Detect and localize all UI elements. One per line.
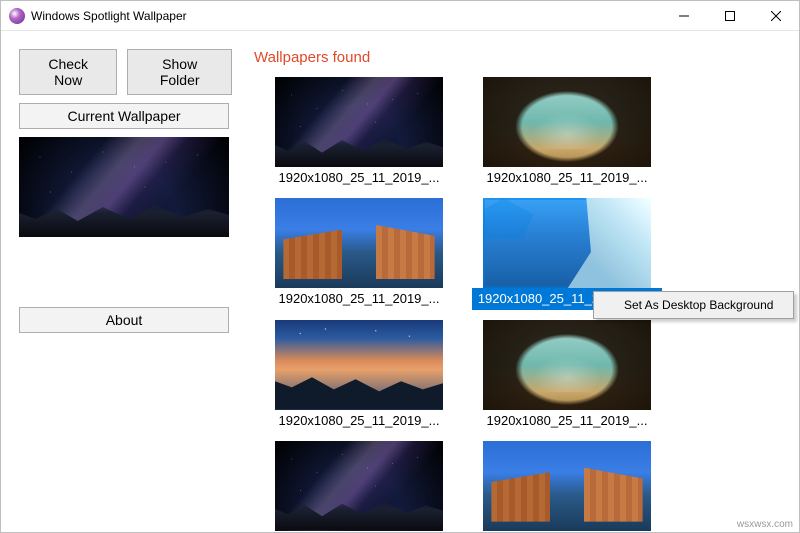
- wallpaper-item[interactable]: 1920x1080_25_11_2019_...: [472, 441, 662, 532]
- close-button[interactable]: [753, 1, 799, 31]
- wallpaper-caption: 1920x1080_25_11_2019_...: [264, 288, 454, 309]
- app-body: Check Now Show Folder Current Wallpaper …: [1, 31, 799, 532]
- wallpaper-thumbnail[interactable]: [483, 441, 651, 531]
- wallpapers-found-label: Wallpapers found: [246, 49, 799, 77]
- wallpaper-caption: 1920x1080_25_11_2019_...: [264, 410, 454, 431]
- wallpaper-thumbnail[interactable]: [275, 198, 443, 288]
- wallpaper-thumbnail[interactable]: [483, 77, 651, 167]
- wallpaper-item[interactable]: 1920x1080_25_11_2019_...: [264, 198, 454, 310]
- title-bar: Windows Spotlight Wallpaper: [1, 1, 799, 31]
- wallpaper-thumbnail[interactable]: [483, 320, 651, 410]
- wallpaper-thumbnail[interactable]: [483, 198, 651, 288]
- wallpaper-item[interactable]: 1920x1080_25_11_2019_...: [472, 320, 662, 431]
- wallpaper-item[interactable]: 1920x1080_25_11_2019_...: [472, 77, 662, 188]
- about-section: About: [19, 307, 232, 333]
- minimize-icon: [679, 11, 689, 21]
- wallpaper-item[interactable]: 1920x1080_25_11_2019_...: [264, 320, 454, 431]
- wallpaper-caption: 1920x1080_25_11_2019_...: [264, 531, 454, 532]
- wallpaper-caption: 1920x1080_25_11_2019_...: [264, 167, 454, 188]
- wallpaper-caption: 1920x1080_25_11_2019_...: [472, 167, 662, 188]
- wallpaper-caption: 1920x1080_25_11_2019_...: [472, 410, 662, 431]
- current-wallpaper-section: Current Wallpaper: [19, 103, 232, 237]
- app-icon: [9, 8, 25, 24]
- show-folder-button[interactable]: Show Folder: [127, 49, 232, 95]
- close-icon: [771, 11, 781, 21]
- context-menu[interactable]: Set As Desktop Background: [593, 291, 794, 319]
- wallpaper-thumbnail[interactable]: [275, 320, 443, 410]
- wallpaper-item[interactable]: 1920x1080_25_11_2019_...: [264, 77, 454, 188]
- check-now-button[interactable]: Check Now: [19, 49, 117, 95]
- maximize-icon: [725, 11, 735, 21]
- current-wallpaper-preview[interactable]: [19, 137, 229, 237]
- current-wallpaper-button[interactable]: Current Wallpaper: [19, 103, 229, 129]
- toolbar: Check Now Show Folder: [19, 49, 232, 95]
- wallpaper-thumbnail[interactable]: [275, 77, 443, 167]
- menu-set-as-desktop[interactable]: Set As Desktop Background: [596, 294, 791, 316]
- minimize-button[interactable]: [661, 1, 707, 31]
- wallpaper-item[interactable]: 1920x1080_25_11_2019_...: [264, 441, 454, 532]
- wallpaper-caption: 1920x1080_25_11_2019_...: [472, 531, 662, 532]
- about-button[interactable]: About: [19, 307, 229, 333]
- main-panel: Wallpapers found 1920x1080_25_11_2019_..…: [246, 31, 799, 532]
- app-window: Windows Spotlight Wallpaper Check Now Sh…: [0, 0, 800, 533]
- maximize-button[interactable]: [707, 1, 753, 31]
- sidebar: Check Now Show Folder Current Wallpaper …: [1, 31, 246, 532]
- wallpaper-thumbnail[interactable]: [275, 441, 443, 531]
- window-title: Windows Spotlight Wallpaper: [31, 9, 187, 23]
- watermark: wsxwsx.com: [737, 519, 793, 530]
